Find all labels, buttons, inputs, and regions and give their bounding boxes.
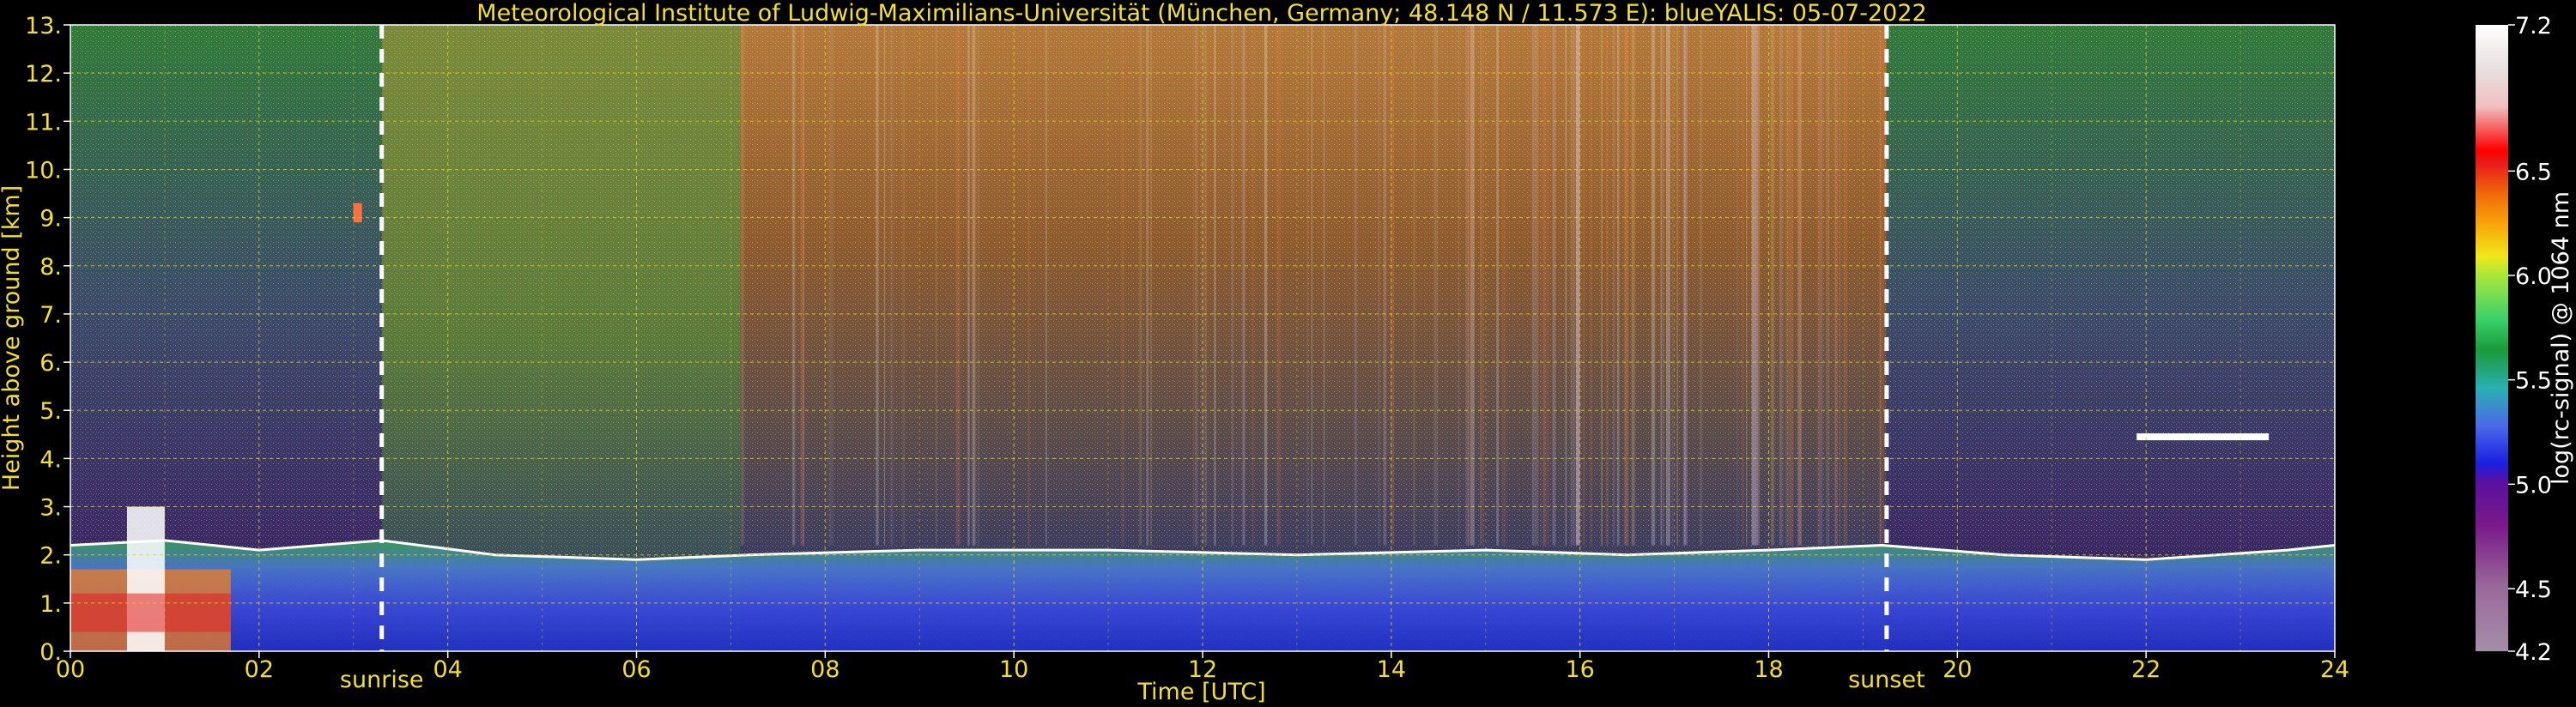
y-tick-label: 3. — [39, 495, 62, 522]
y-tick-label: 11. — [25, 109, 62, 136]
colorbar-tick-label: 6.0 — [2515, 263, 2552, 290]
x-tick-label: 20 — [1943, 656, 1972, 683]
y-tick-label: 5. — [39, 398, 62, 425]
colorbar-tick-label: 6.5 — [2515, 159, 2552, 185]
x-tick-label: 06 — [621, 656, 651, 683]
colorbar-label: log(rc-signal) @ 1064 nm — [2548, 191, 2574, 485]
x-tick-label: 08 — [810, 656, 839, 683]
x-tick-label: 14 — [1377, 656, 1406, 683]
y-tick-label: 13. — [25, 13, 62, 39]
y-tick-label: 1. — [39, 591, 62, 618]
y-tick-label: 4. — [39, 446, 62, 473]
x-tick-label: 04 — [433, 656, 462, 683]
sun-event-label: sunrise — [340, 667, 424, 693]
y-axis-ticks: 0. 1. 2. 3. 4. 5. 6. 7. 8. 9. 10. 11. 12. 13. — [25, 13, 70, 666]
y-tick-label: 0. — [39, 639, 62, 666]
colorbar-tick-label: 5.0 — [2515, 472, 2552, 499]
y-tick-label: 2. — [39, 543, 62, 570]
low-cloud-signal — [70, 593, 231, 632]
sun-event-label: sunset — [1848, 667, 1925, 693]
colorbar — [2476, 25, 2508, 651]
x-tick-label: 18 — [1754, 656, 1783, 683]
x-tick-label: 24 — [2320, 656, 2349, 683]
colorbar-tick-label: 4.5 — [2515, 577, 2552, 603]
y-tick-label: 12. — [25, 61, 62, 88]
y-tick-label: 10. — [25, 157, 62, 184]
colorbar-tick-label: 7.2 — [2515, 13, 2552, 39]
y-tick-label: 9. — [39, 206, 62, 233]
x-tick-label: 22 — [2131, 656, 2161, 683]
mid-level-cloud-layer — [2137, 433, 2270, 441]
sun-event-annotations: sunrise sunset — [340, 667, 1925, 693]
y-tick-label: 7. — [39, 302, 62, 329]
colorbar-ticks: 4.2 4.5 5.0 5.5 6.0 6.5 7.2 — [2508, 13, 2552, 666]
x-tick-label: 02 — [245, 656, 274, 683]
colorbar-tick-label: 4.2 — [2515, 639, 2552, 666]
cirrus-fragment — [353, 202, 362, 223]
chart-title: Meteorological Institute of Ludwig-Maxim… — [476, 0, 1926, 27]
x-tick-label: 16 — [1565, 656, 1594, 683]
plot-area — [70, 25, 2335, 651]
y-tick-label: 8. — [39, 254, 62, 281]
y-tick-label: 6. — [39, 350, 62, 377]
y-axis-label: Height above ground [km] — [0, 185, 25, 491]
lidar-quicklook-figure: 00 02 04 06 08 10 12 14 16 18 20 22 24 0.1.2.3.4.5.6… — [0, 0, 2574, 705]
colorbar-tick-label: 5.5 — [2515, 368, 2552, 395]
x-axis-label: Time [UTC] — [1136, 679, 1265, 705]
x-tick-label: 10 — [999, 656, 1028, 683]
cloud-layer-band — [2137, 433, 2270, 441]
